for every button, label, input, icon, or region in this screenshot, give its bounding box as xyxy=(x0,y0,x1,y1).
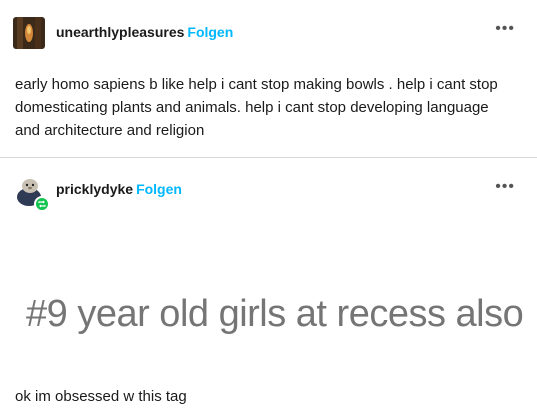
post-text: ok im obsessed w this tag xyxy=(15,388,187,405)
post-image: #9 year old girls at recess also xyxy=(0,283,537,345)
post-pricklydyke: pricklydyke Folgen ••• #9 year old girls … xyxy=(0,158,537,415)
post-text: early homo sapiens b like help i cant st… xyxy=(15,76,498,139)
post-header: pricklydyke Folgen xyxy=(56,180,182,198)
post-header: unearthlypleasures Folgen xyxy=(56,23,233,41)
more-options-icon[interactable]: ••• xyxy=(495,179,515,195)
more-options-icon[interactable]: ••• xyxy=(495,21,515,37)
reblog-badge-icon xyxy=(34,196,50,212)
username[interactable]: pricklydyke xyxy=(56,181,133,197)
avatar-image xyxy=(13,17,45,49)
follow-button[interactable]: Folgen xyxy=(187,24,233,40)
reblog-icon xyxy=(38,200,46,208)
follow-button[interactable]: Folgen xyxy=(136,181,182,197)
username[interactable]: unearthlypleasures xyxy=(56,24,184,40)
post-image-text: #9 year old girls at recess also xyxy=(26,293,524,335)
avatar[interactable] xyxy=(13,17,45,49)
post-unearthlypleasures: unearthlypleasures Folgen ••• early homo … xyxy=(0,0,537,158)
